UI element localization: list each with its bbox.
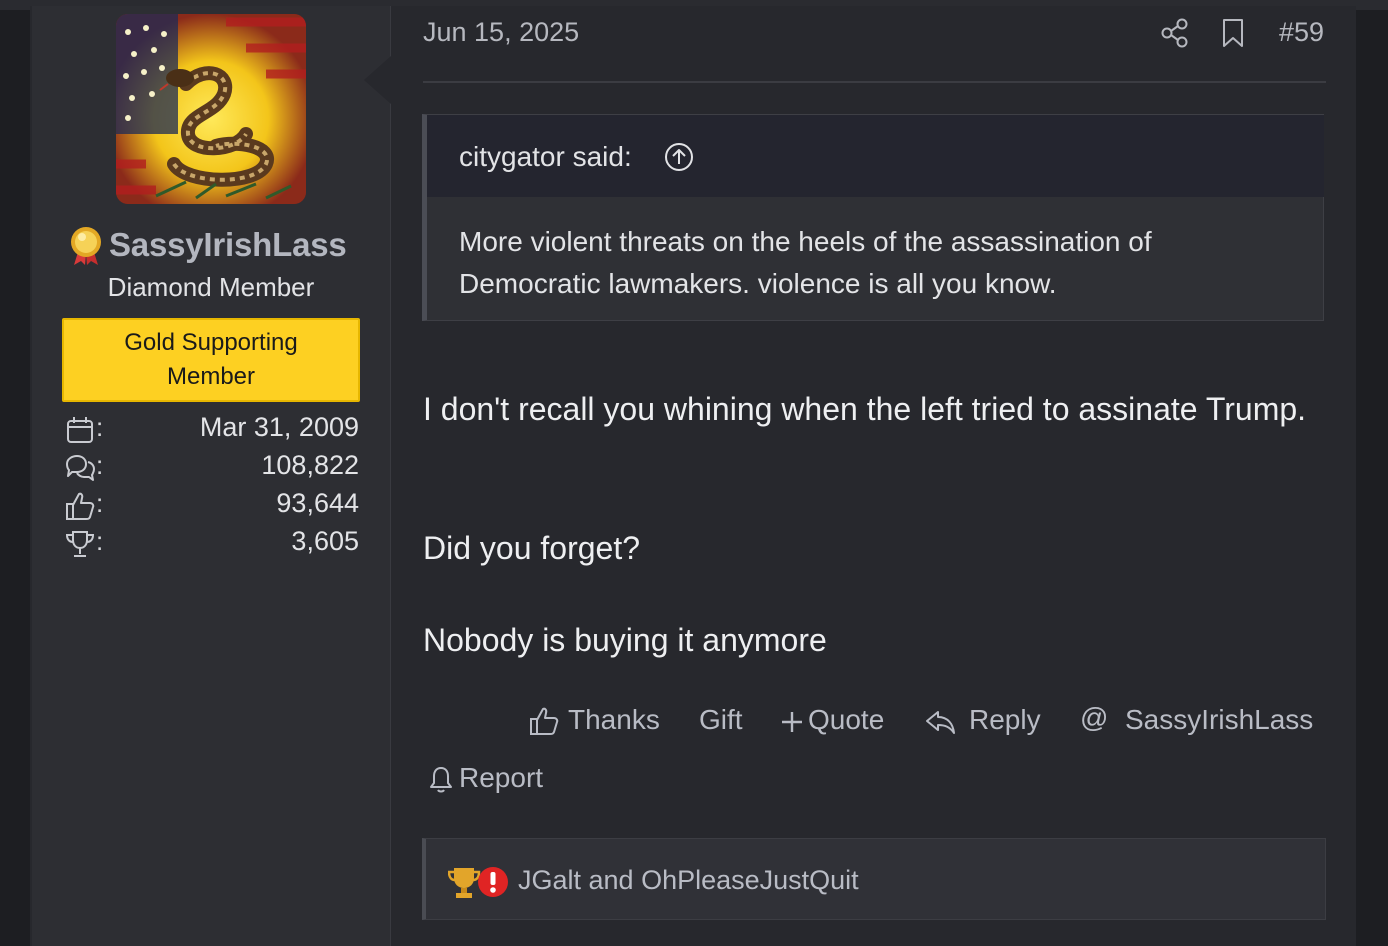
bell-icon [430, 767, 452, 793]
mention-label: SassyIrishLass [1125, 704, 1314, 735]
username[interactable]: SassyIrishLass [109, 226, 347, 264]
username-row: SassyIrishLass [66, 224, 366, 268]
stat-joined: : Mar 31, 2009 [64, 412, 360, 446]
stat-colon: : [96, 488, 104, 518]
stat-joined-value: Mar 31, 2009 [199, 412, 359, 442]
thanks-label: Thanks [568, 704, 660, 735]
report-label: Report [459, 762, 544, 793]
divider [423, 81, 1326, 83]
quote-author[interactable]: citygator said: [459, 141, 632, 173]
stat-colon: : [96, 412, 104, 442]
quote-label: Quote [808, 704, 885, 735]
reaction-users[interactable]: JGalt and OhPleaseJustQuit [518, 865, 859, 896]
post-number-link[interactable]: #59 [1279, 17, 1324, 48]
post-paragraph: Nobody is buying it anymore [423, 622, 827, 658]
quote-block: citygator said: More violent threats on … [422, 114, 1324, 321]
trophy-icon [65, 531, 95, 557]
sidebar-pointer [364, 56, 391, 104]
quote-header: citygator said: [427, 115, 1324, 197]
thanks-button[interactable]: Thanks [528, 704, 668, 740]
post-paragraph: I don't recall you whining when the left… [423, 391, 1307, 427]
calendar-icon [67, 417, 93, 443]
stat-messages[interactable]: : 108,822 [64, 450, 360, 484]
report-button[interactable]: Report [428, 762, 552, 798]
reactions-bar[interactable]: JGalt and OhPleaseJustQuit [422, 838, 1326, 920]
post-paragraph: Did you forget? [423, 530, 641, 566]
plus-icon [782, 712, 802, 732]
stat-points-value: 3,605 [291, 526, 359, 556]
quote-text: More violent threats on the heels of the… [459, 226, 1152, 299]
jump-to-quote-icon[interactable] [663, 141, 695, 173]
reply-label: Reply [969, 704, 1041, 735]
stat-points[interactable]: : 3,605 [64, 526, 360, 560]
medal-icon [71, 227, 101, 265]
gift-label: Gift [699, 704, 743, 735]
thumbs-up-icon [66, 492, 95, 520]
stat-messages-value: 108,822 [261, 450, 359, 480]
share-icon[interactable] [1160, 17, 1190, 49]
stat-reactions[interactable]: : 93,644 [64, 488, 360, 522]
gift-button[interactable]: Gift [699, 704, 751, 740]
supporter-banner: Gold Supporting Member [62, 318, 360, 402]
stat-colon: : [96, 526, 104, 556]
messages-icon [66, 455, 95, 481]
thumbs-up-icon [530, 707, 559, 735]
stat-colon: : [96, 450, 104, 480]
at-icon: @ [1080, 702, 1109, 733]
quote-button[interactable]: Quote [780, 704, 892, 740]
bookmark-icon[interactable] [1220, 17, 1246, 49]
reply-icon [926, 711, 955, 734]
user-title: Diamond Member [107, 272, 315, 302]
stat-reactions-value: 93,644 [276, 488, 359, 518]
avatar-image [116, 14, 306, 204]
trophy-icon [448, 867, 508, 898]
supporter-banner-label: Gold Supporting Member [124, 329, 298, 390]
reply-button[interactable]: Reply [924, 704, 1046, 740]
post-date[interactable]: Jun 15, 2025 [423, 17, 579, 48]
mention-button[interactable]: @ SassyIrishLass [1080, 702, 1326, 740]
avatar[interactable] [116, 14, 306, 204]
